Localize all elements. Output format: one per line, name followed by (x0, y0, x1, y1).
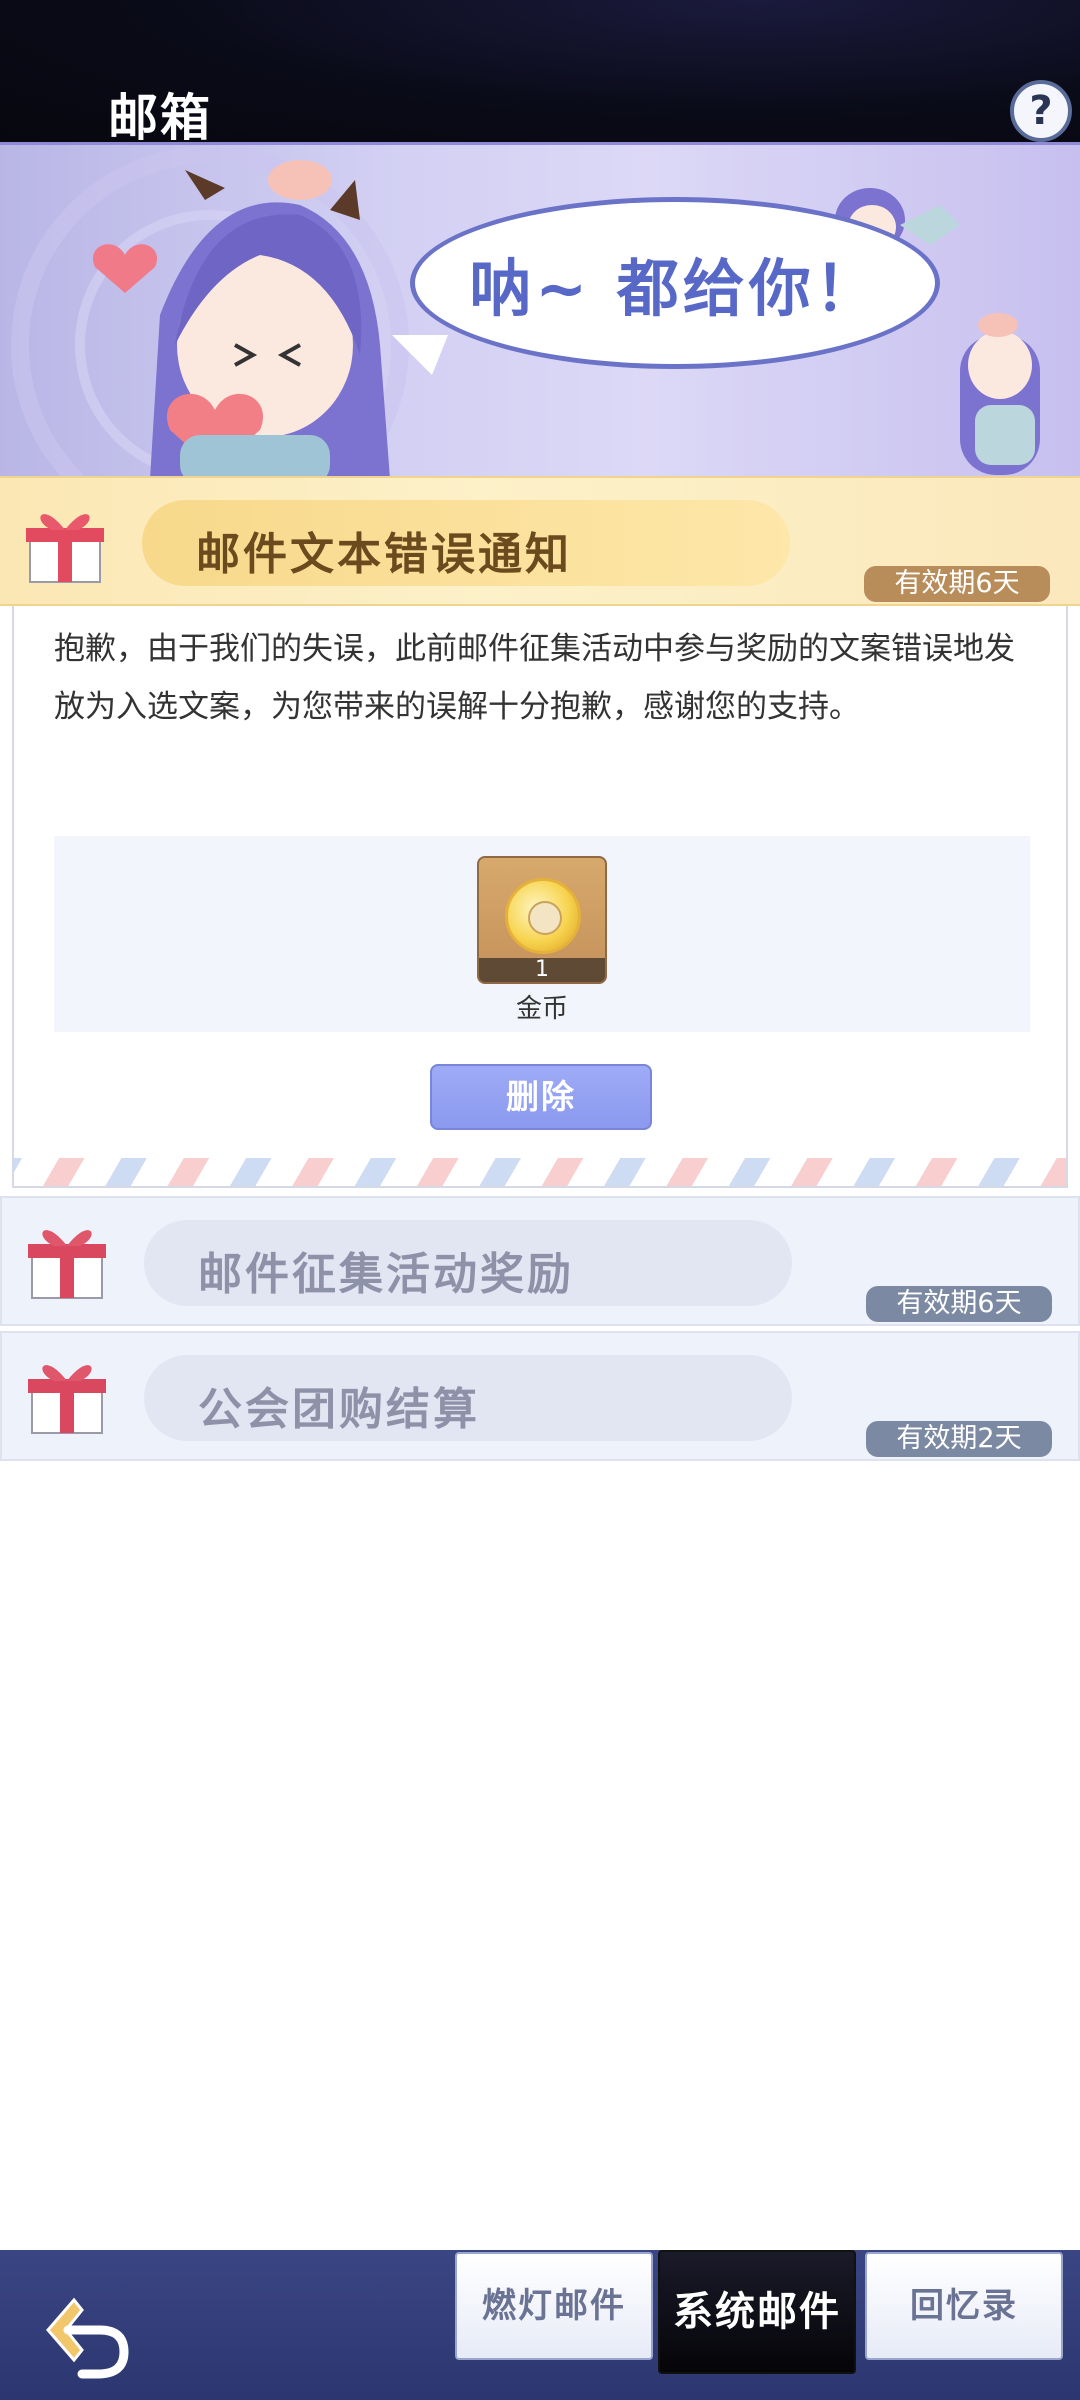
validity-badge: 有效期6天 (866, 1286, 1052, 1322)
validity-badge: 有效期2天 (866, 1421, 1052, 1457)
mailbox-banner: 呐~ 都给你！ (0, 142, 1080, 479)
reward-item[interactable]: 1 (477, 856, 607, 984)
bottom-navigation-bar: 燃灯邮件 系统邮件 回忆录 (0, 2250, 1080, 2400)
mail-title: 邮件文本错误通知 (196, 529, 572, 580)
validity-badge: 有效期6天 (864, 566, 1050, 602)
reward-name: 金币 (515, 994, 568, 1024)
mail-content-text: 抱歉，由于我们的失误，此前邮件征集活动中参与奖励的文案错误地发放为入选文案，为您… (54, 631, 1015, 725)
page-title: 邮箱 (108, 89, 212, 147)
mail-item[interactable]: 邮件征集活动奖励 有效期6天 (0, 1196, 1080, 1326)
mail-item-expanded[interactable]: 邮件文本错误通知 有效期6天 (0, 476, 1080, 606)
mail-title: 邮件征集活动奖励 (198, 1249, 574, 1300)
tab-memoirs[interactable]: 回忆录 (865, 2252, 1063, 2360)
back-arrow-icon[interactable] (38, 2286, 134, 2382)
gold-coin-icon (505, 878, 581, 954)
speech-bubble-tail (392, 335, 448, 375)
tab-system-mail[interactable]: 系统邮件 (658, 2250, 856, 2374)
airmail-border (14, 1158, 1066, 1186)
help-button[interactable]: ? (1010, 80, 1072, 142)
gift-icon (28, 1230, 106, 1299)
delete-button[interactable]: 删除 (430, 1064, 652, 1130)
mail-item[interactable]: 公会团购结算 有效期2天 (0, 1331, 1080, 1461)
speech-bubble: 呐~ 都给你！ (410, 197, 940, 369)
question-icon: ? (1029, 88, 1053, 134)
gift-icon (26, 514, 104, 583)
reward-attachment-area: 1 金币 (54, 836, 1030, 1032)
mail-title: 公会团购结算 (198, 1384, 480, 1435)
reward-count: 1 (479, 958, 605, 982)
tab-lamp-mail[interactable]: 燃灯邮件 (455, 2252, 653, 2360)
gift-icon (28, 1365, 106, 1434)
mail-body: 抱歉，由于我们的失误，此前邮件征集活动中参与奖励的文案错误地发放为入选文案，为您… (12, 606, 1068, 1188)
header: 邮箱 ? (0, 0, 1080, 147)
